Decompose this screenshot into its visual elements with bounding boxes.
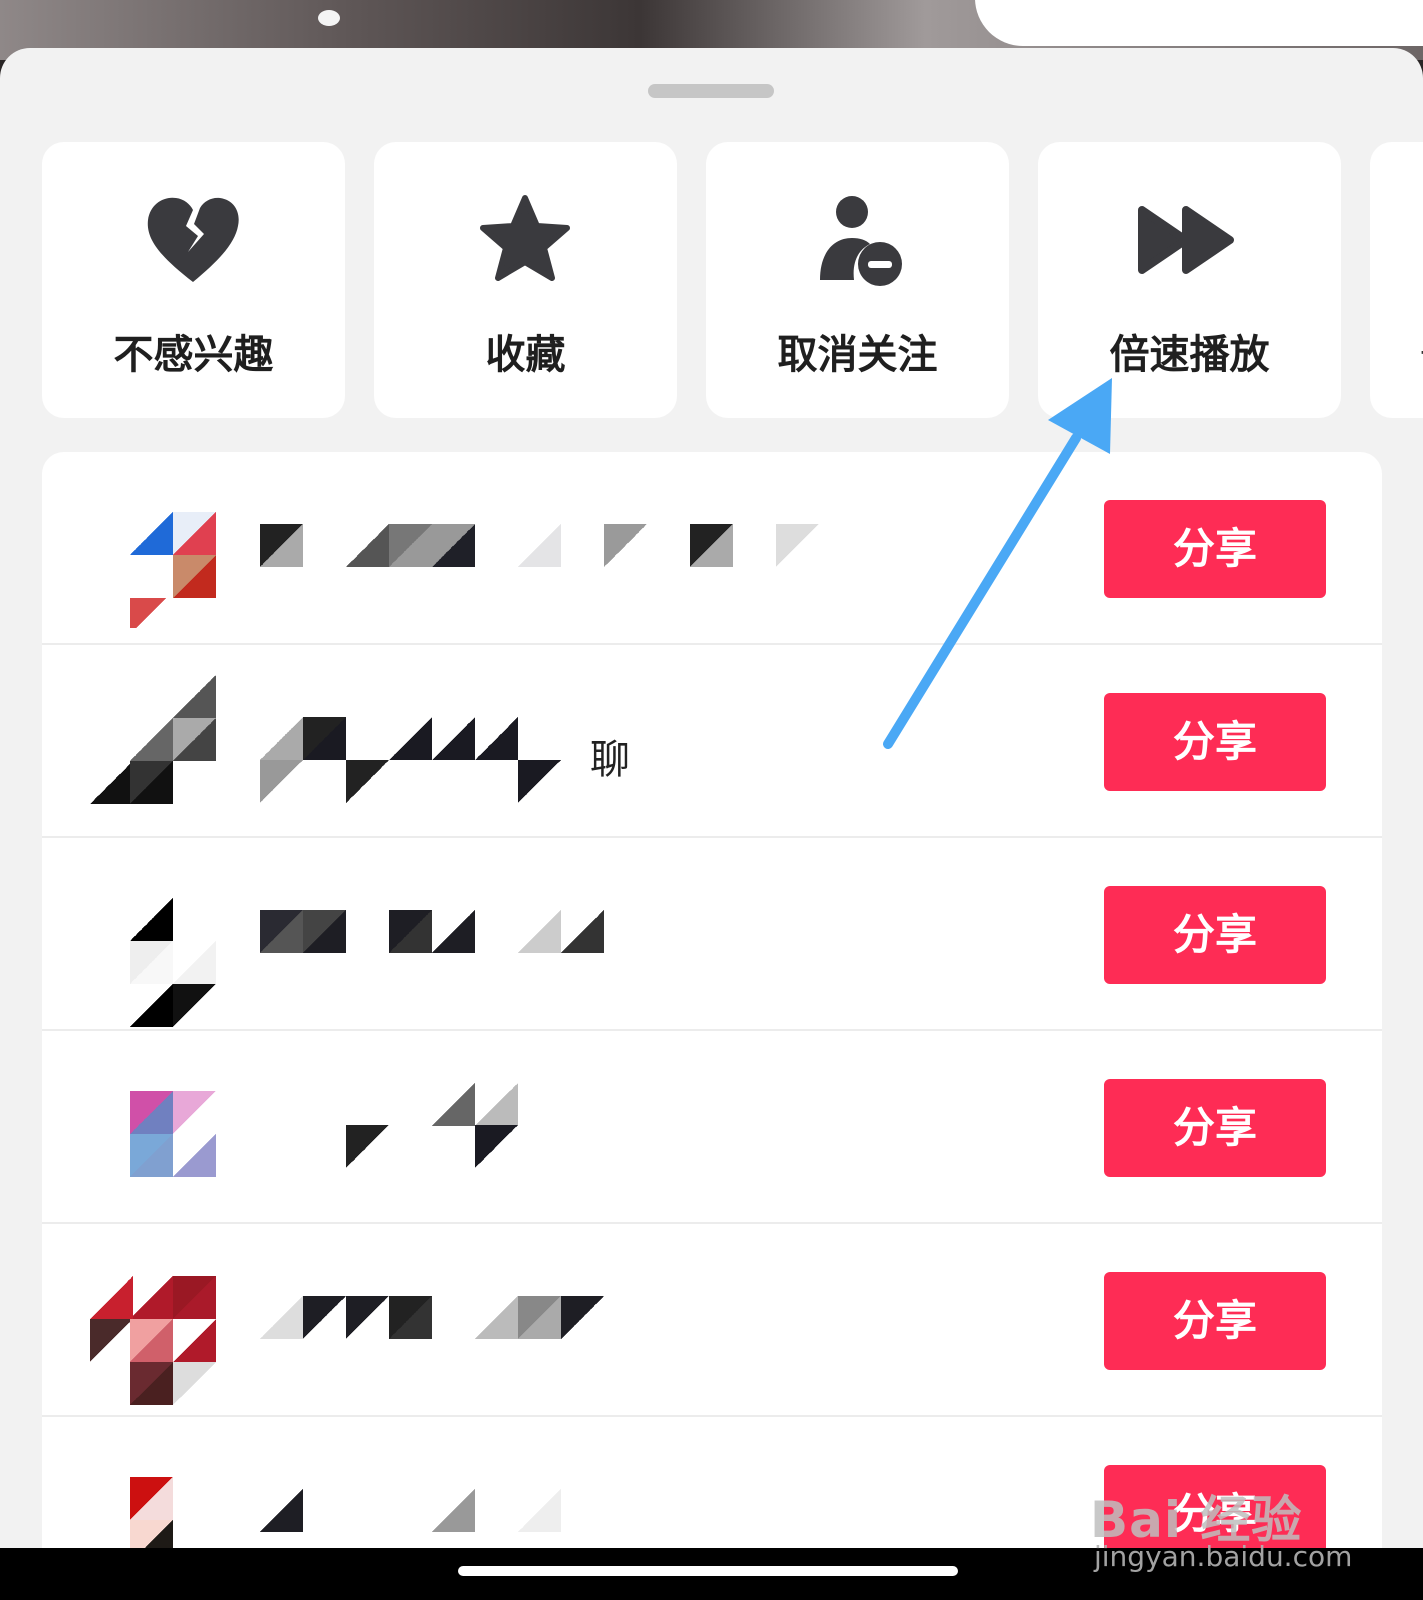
list-item[interactable]: 分享 bbox=[42, 1031, 1382, 1224]
avatar bbox=[130, 482, 218, 628]
share-contact-list: 分享 聊 分享 分享 分享 分享 分享 bbox=[42, 452, 1382, 1548]
more-action-card[interactable]: + bbox=[1370, 142, 1423, 418]
unfollow-button[interactable]: 取消关注 bbox=[706, 142, 1009, 418]
action-label: 取消关注 bbox=[777, 332, 938, 378]
action-label: 不感兴趣 bbox=[113, 332, 274, 378]
contact-name bbox=[260, 524, 819, 572]
avatar bbox=[130, 1447, 218, 1548]
contact-name: 聊 bbox=[260, 717, 630, 803]
share-button[interactable]: 分享 bbox=[1104, 693, 1326, 791]
share-button[interactable]: 分享 bbox=[1104, 1272, 1326, 1370]
watermark-url: jingyan.baidu.com bbox=[1094, 1540, 1353, 1573]
fast-forward-icon bbox=[1138, 206, 1234, 274]
background-highlight bbox=[318, 10, 340, 26]
share-button[interactable]: 分享 bbox=[1104, 1079, 1326, 1177]
user-minus-icon bbox=[820, 196, 902, 286]
avatar bbox=[90, 1254, 218, 1405]
share-button[interactable]: 分享 bbox=[1104, 886, 1326, 984]
avatar bbox=[130, 1061, 218, 1181]
share-button[interactable]: 分享 bbox=[1104, 500, 1326, 598]
playback-speed-button[interactable]: 倍速播放 bbox=[1038, 142, 1341, 418]
share-sheet: 不感兴趣 收藏 取消关注 倍速播放 + bbox=[0, 48, 1423, 1548]
list-item[interactable]: 分享 bbox=[42, 1224, 1382, 1417]
star-icon bbox=[480, 195, 570, 281]
sheet-drag-handle[interactable] bbox=[648, 84, 774, 98]
avatar bbox=[130, 868, 218, 1027]
list-item[interactable]: 分享 bbox=[42, 452, 1382, 645]
broken-heart-icon bbox=[147, 197, 239, 282]
contact-name bbox=[260, 1489, 630, 1537]
favorite-button[interactable]: 收藏 bbox=[374, 142, 677, 418]
home-indicator[interactable] bbox=[458, 1566, 958, 1576]
contact-name bbox=[260, 1296, 630, 1344]
not-interested-button[interactable]: 不感兴趣 bbox=[42, 142, 345, 418]
avatar bbox=[90, 675, 218, 804]
watermark: Bai 经验 jingyan.baidu.com bbox=[1090, 1480, 1370, 1580]
top-right-overlay bbox=[975, 0, 1423, 46]
contact-name bbox=[260, 910, 630, 958]
list-item[interactable]: 分享 bbox=[42, 838, 1382, 1031]
list-item[interactable]: 聊 分享 bbox=[42, 645, 1382, 838]
more-action-label: + bbox=[1418, 332, 1423, 372]
action-label: 收藏 bbox=[485, 332, 566, 378]
contact-name bbox=[260, 1083, 630, 1168]
action-label: 倍速播放 bbox=[1109, 332, 1270, 378]
